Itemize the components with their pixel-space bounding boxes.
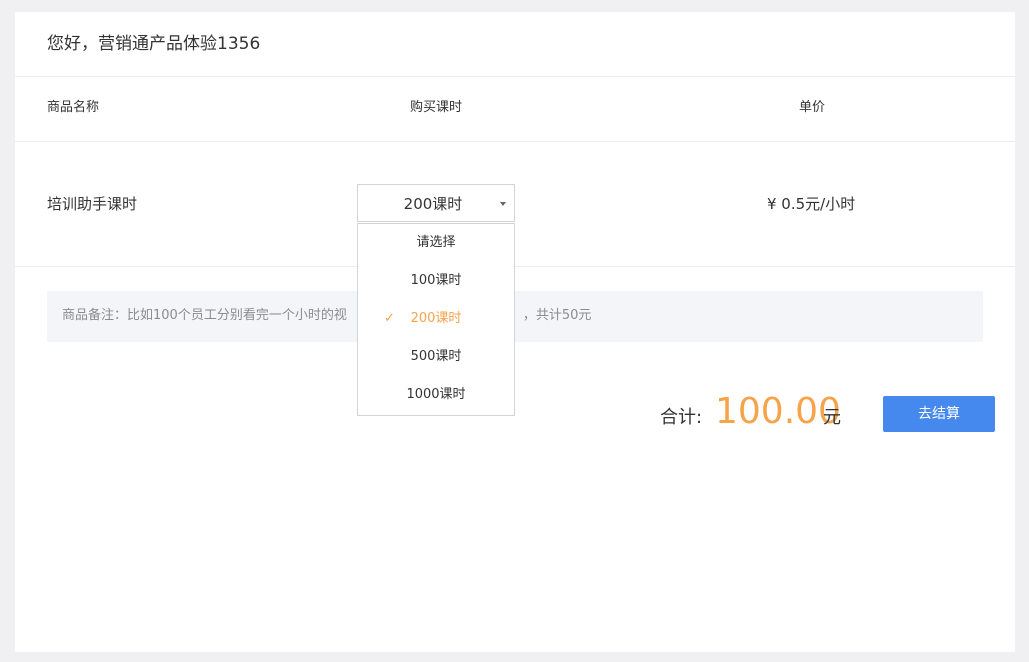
product-name: 培训助手课时 [47,195,138,213]
column-header-purchase-hours: 购买课时 [410,100,463,115]
divider [15,141,1015,142]
dropdown-option-label: 200课时 [410,311,462,326]
check-icon: ✓ [384,311,395,326]
column-header-unit-price: 单价 [799,100,826,115]
checkout-button[interactable]: 去结算 [883,396,995,432]
hours-select-value: 200课时 [403,195,463,213]
dropdown-option[interactable]: 100课时 [358,262,514,300]
divider [15,266,1015,267]
dropdown-option[interactable]: 请选择 [358,224,514,262]
greeting-title: 您好，营销通产品体验1356 [47,34,261,54]
product-note-text-right: ，共计50元 [522,308,592,323]
total-label: 合计: [660,407,703,428]
order-panel: 您好，营销通产品体验1356 商品名称 购买课时 单价 培训助手课时 200课时… [15,12,1015,652]
dropdown-option[interactable]: 1000课时 [358,376,514,414]
dropdown-option-selected[interactable]: ✓ 200课时 [358,300,514,338]
total-unit: 元 [823,407,841,428]
dropdown-option[interactable]: 500课时 [358,338,514,376]
chevron-down-icon [500,202,506,206]
unit-price: ¥ 0.5元/小时 [767,195,856,213]
product-note: 商品备注：比如100个员工分别看完一个小时的视 ，共计50元 [47,291,983,342]
hours-select[interactable]: 200课时 [357,184,515,222]
divider [15,76,1015,77]
product-note-text-left: 商品备注：比如100个员工分别看完一个小时的视 [62,308,347,323]
column-header-product-name: 商品名称 [47,100,100,115]
hours-dropdown-menu: 请选择 100课时 ✓ 200课时 500课时 1000课时 [357,223,515,416]
